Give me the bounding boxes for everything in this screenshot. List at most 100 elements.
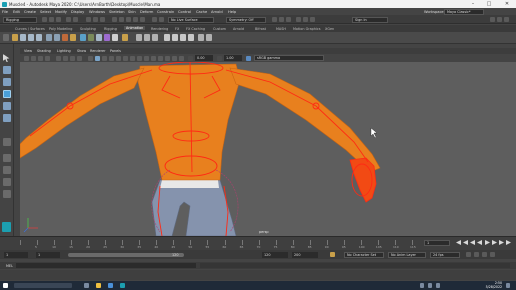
- motion-path-icon[interactable]: [104, 34, 110, 41]
- tab-bifrost[interactable]: Bifrost: [255, 27, 266, 31]
- task-view-icon[interactable]: [84, 283, 89, 288]
- motion-blur-icon[interactable]: [144, 55, 149, 61]
- isolate-select-icon[interactable]: [158, 55, 163, 61]
- scale-tool-icon[interactable]: [3, 114, 11, 122]
- cluster-icon[interactable]: [206, 34, 212, 41]
- snap-curve-icon[interactable]: [119, 17, 124, 22]
- locator-icon[interactable]: [198, 34, 204, 41]
- minimize-button[interactable]: –: [466, 0, 480, 8]
- color-space-dropdown[interactable]: sRGB gamma: [254, 55, 324, 61]
- graph-editor-icon[interactable]: [46, 34, 52, 41]
- attribute-editor-icon[interactable]: [497, 17, 502, 22]
- select-tool-icon[interactable]: [3, 54, 10, 62]
- undo-icon[interactable]: [66, 17, 71, 22]
- tab-fx-caching[interactable]: FX Caching: [186, 27, 205, 31]
- character-left-arm[interactable]: [229, 67, 381, 173]
- near-clip-field[interactable]: 0.00: [195, 55, 213, 61]
- auto-key-icon[interactable]: [474, 252, 479, 257]
- action-center-icon[interactable]: [506, 283, 510, 288]
- rotate-tool-icon[interactable]: [3, 102, 11, 110]
- viewport-menu-panels[interactable]: Panels: [110, 49, 121, 53]
- tab-poly-modeling[interactable]: Poly Modeling: [49, 27, 72, 31]
- sound-icon[interactable]: [482, 252, 487, 257]
- viewport-scene[interactable]: [20, 62, 516, 236]
- viewport-menu-lighting[interactable]: Lighting: [57, 49, 71, 53]
- set-key-icon[interactable]: [12, 34, 18, 41]
- anim-layer-dropdown[interactable]: No Anim Layer: [388, 251, 426, 258]
- character-shorts[interactable]: [151, 179, 237, 236]
- maya-taskbar-icon[interactable]: [120, 283, 125, 288]
- character-set-icon[interactable]: [144, 34, 150, 41]
- default-material-icon[interactable]: [102, 55, 107, 61]
- menu-deform[interactable]: Deform: [140, 10, 153, 14]
- time-editor-icon[interactable]: [88, 34, 94, 41]
- resolution-gate-icon[interactable]: [70, 55, 75, 61]
- select-component-icon[interactable]: [100, 17, 105, 22]
- wireframe-on-shaded-icon[interactable]: [109, 55, 114, 61]
- menu-cache[interactable]: Cache: [196, 10, 207, 14]
- menu-edit[interactable]: Edit: [13, 10, 20, 14]
- browser-icon[interactable]: [108, 283, 113, 288]
- menu-constrain[interactable]: Constrain: [157, 10, 174, 14]
- menu-select[interactable]: Select: [40, 10, 51, 14]
- textured-icon[interactable]: [116, 55, 121, 61]
- camera-select-icon[interactable]: [24, 55, 29, 61]
- snap-live-icon[interactable]: [140, 17, 145, 22]
- key-translate-icon[interactable]: [20, 34, 26, 41]
- persp-outliner-layout-icon[interactable]: [3, 178, 11, 186]
- notification-chevron-icon[interactable]: [420, 283, 424, 288]
- save-scene-icon[interactable]: [56, 17, 61, 22]
- menu-control[interactable]: Control: [178, 10, 191, 14]
- smooth-shade-icon[interactable]: [95, 55, 100, 61]
- bake-icon[interactable]: [122, 34, 128, 41]
- anim-layer-icon[interactable]: [152, 34, 158, 41]
- paint-weights-icon[interactable]: [188, 34, 194, 41]
- playback-prefs-icon[interactable]: [490, 252, 495, 257]
- lights-icon[interactable]: [123, 55, 128, 61]
- xray-joints-icon[interactable]: [172, 55, 177, 61]
- menu-arnold[interactable]: Arnold: [211, 10, 223, 14]
- xray-components-icon[interactable]: [179, 55, 184, 61]
- volume-icon[interactable]: [436, 283, 440, 288]
- single-perspective-layout-icon[interactable]: [3, 154, 11, 162]
- joint-tool-icon[interactable]: [164, 34, 170, 41]
- range-slider-bar[interactable]: [68, 252, 184, 257]
- step-back-key-icon[interactable]: [463, 240, 468, 245]
- play-forwards-icon[interactable]: [485, 240, 490, 245]
- workspace-dropdown[interactable]: Maya Classic*: [444, 8, 484, 15]
- taskbar-search-box[interactable]: [14, 283, 72, 288]
- go-to-start-icon[interactable]: [456, 240, 461, 245]
- persp-graph-layout-icon[interactable]: [3, 190, 11, 198]
- hypershade-icon[interactable]: [296, 17, 301, 22]
- key-icon[interactable]: [330, 252, 335, 257]
- arnold-render-icon[interactable]: [310, 17, 315, 22]
- tab-animation[interactable]: Animation: [124, 26, 146, 30]
- gate-mask-icon[interactable]: [77, 55, 82, 61]
- loop-icon[interactable]: [466, 252, 471, 257]
- key-scale-icon[interactable]: [36, 34, 42, 41]
- tab-curves-surfaces[interactable]: Curves / Surfaces: [15, 27, 45, 31]
- history-icon[interactable]: [152, 17, 157, 22]
- four-view-layout-icon[interactable]: [3, 166, 11, 174]
- redo-icon[interactable]: [73, 17, 78, 22]
- ghost-icon[interactable]: [70, 34, 76, 41]
- tab-custom[interactable]: Custom: [213, 27, 226, 31]
- dope-sheet-icon[interactable]: [54, 34, 60, 41]
- input-output-icon[interactable]: [159, 17, 164, 22]
- close-button[interactable]: ✕: [500, 0, 514, 8]
- snap-point-icon[interactable]: [126, 17, 131, 22]
- ik-handle-icon[interactable]: [172, 34, 178, 41]
- go-to-end-icon[interactable]: [506, 240, 511, 245]
- current-frame-field[interactable]: 1: [424, 240, 450, 246]
- maximize-button[interactable]: □: [482, 0, 496, 8]
- command-input[interactable]: [16, 263, 196, 268]
- tab-sculpting[interactable]: Sculpting: [80, 27, 96, 31]
- fps-dropdown[interactable]: 24 fps: [430, 251, 460, 258]
- xray-icon[interactable]: [165, 55, 170, 61]
- file-explorer-icon[interactable]: [96, 283, 101, 288]
- viewport-menu-view[interactable]: View: [24, 49, 32, 53]
- new-scene-icon[interactable]: [42, 17, 47, 22]
- animation-end-field[interactable]: 200: [292, 251, 318, 258]
- tab-rigging[interactable]: Rigging: [104, 27, 117, 31]
- menu-create[interactable]: Create: [24, 10, 36, 14]
